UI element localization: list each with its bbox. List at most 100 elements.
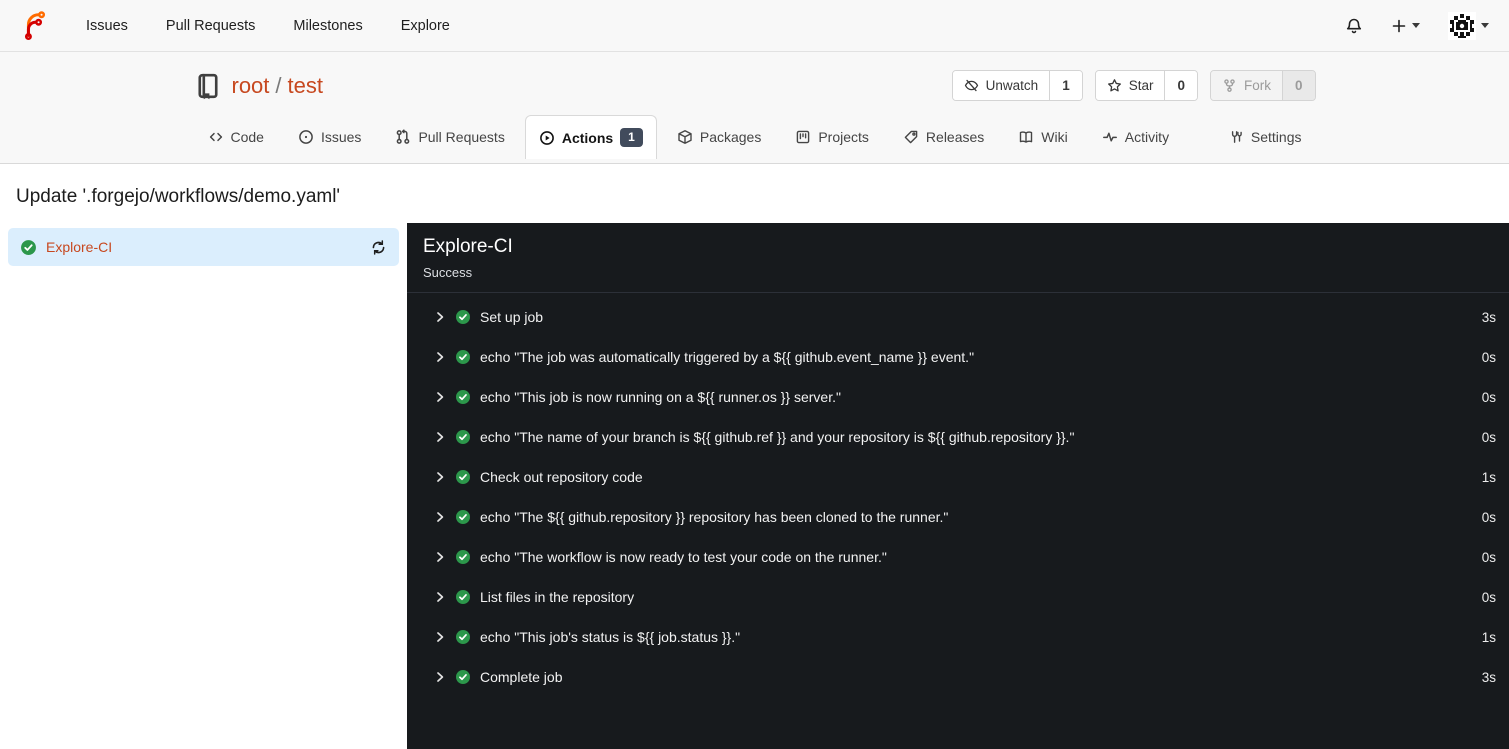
- star-label: Star: [1128, 78, 1154, 93]
- notifications-button[interactable]: [1345, 17, 1363, 35]
- chevron-right-icon: [437, 632, 444, 642]
- repo-header-section: root / test Unwatch 1 Star 0 Fork 0 Code…: [0, 52, 1509, 164]
- step-name: echo "The workflow is now ready to test …: [480, 549, 887, 565]
- bell-icon: [1346, 18, 1362, 33]
- step-row[interactable]: echo "This job's status is ${{ job.statu…: [407, 617, 1509, 657]
- chevron-right-icon: [437, 312, 444, 322]
- watchers-count[interactable]: 1: [1049, 71, 1082, 100]
- check-circle-icon: [456, 390, 470, 404]
- pull-request-icon: [397, 129, 410, 144]
- tab-projects-label: Projects: [818, 129, 869, 145]
- check-circle-icon: [456, 470, 470, 484]
- check-circle-icon: [456, 510, 470, 524]
- repo-book-icon: [197, 73, 218, 99]
- forks-count: 0: [1281, 71, 1315, 100]
- check-circle-icon: [456, 310, 470, 324]
- plus-icon: [1392, 19, 1406, 32]
- step-row[interactable]: echo "The job was automatically triggere…: [407, 337, 1509, 377]
- tab-pull-requests[interactable]: Pull Requests: [381, 115, 518, 158]
- user-menu-button[interactable]: [1448, 11, 1489, 40]
- nav-link-issues[interactable]: Issues: [86, 18, 128, 34]
- eye-slash-icon: [964, 79, 978, 92]
- tab-wiki-label: Wiki: [1041, 129, 1068, 145]
- chevron-right-icon: [437, 432, 444, 442]
- job-item-explore-ci[interactable]: Explore-CI: [8, 228, 399, 266]
- tab-wiki[interactable]: Wiki: [1004, 115, 1081, 158]
- step-duration: 0s: [1481, 389, 1496, 405]
- code-icon: [209, 132, 222, 142]
- tab-actions[interactable]: Actions 1: [524, 115, 657, 159]
- repo-action-buttons: Unwatch 1 Star 0 Fork 0: [951, 70, 1316, 101]
- tab-releases[interactable]: Releases: [889, 115, 998, 158]
- step-name: echo "This job's status is ${{ job.statu…: [480, 629, 741, 645]
- play-circle-icon: [539, 130, 554, 145]
- step-row[interactable]: Complete job 3s: [407, 657, 1509, 697]
- step-row[interactable]: echo "The ${{ github.repository }} repos…: [407, 497, 1509, 537]
- step-row[interactable]: List files in the repository 0s: [407, 577, 1509, 617]
- book-open-icon: [1020, 131, 1033, 143]
- nav-link-explore[interactable]: Explore: [401, 18, 450, 34]
- forgejo-logo[interactable]: [20, 10, 50, 41]
- tab-packages[interactable]: Packages: [663, 115, 775, 158]
- step-name: echo "The ${{ github.repository }} repos…: [480, 509, 949, 525]
- step-duration: 0s: [1481, 589, 1496, 605]
- tab-issues[interactable]: Issues: [284, 115, 375, 158]
- star-button[interactable]: Star: [1095, 71, 1165, 100]
- refresh-button[interactable]: [370, 239, 387, 256]
- nav-link-pull-requests[interactable]: Pull Requests: [166, 18, 255, 34]
- avatar-identicon: [1448, 11, 1476, 40]
- step-duration: 0s: [1481, 509, 1496, 525]
- jobs-sidebar: Explore-CI: [0, 223, 407, 749]
- actions-count-badge: 1: [620, 128, 643, 147]
- repo-name-link[interactable]: test: [288, 73, 323, 99]
- create-new-button[interactable]: [1391, 18, 1420, 34]
- step-row[interactable]: echo "This job is now running on a ${{ r…: [407, 377, 1509, 417]
- step-row[interactable]: echo "The workflow is now ready to test …: [407, 537, 1509, 577]
- chevron-right-icon: [437, 512, 444, 522]
- stars-count[interactable]: 0: [1164, 71, 1197, 100]
- nav-link-milestones[interactable]: Milestones: [293, 18, 362, 34]
- package-icon: [678, 130, 692, 144]
- check-circle-icon: [456, 630, 470, 644]
- tab-code[interactable]: Code: [194, 115, 278, 158]
- step-row[interactable]: Set up job 3s: [407, 297, 1509, 337]
- run-panel: Explore-CI Success Set up job 3s echo "T…: [407, 223, 1509, 749]
- run-title: Update '.forgejo/workflows/demo.yaml': [16, 185, 341, 207]
- caret-down-icon: [1412, 23, 1420, 28]
- step-duration: 3s: [1481, 669, 1496, 685]
- check-circle-icon: [456, 350, 470, 364]
- step-row[interactable]: echo "The name of your branch is ${{ git…: [407, 417, 1509, 457]
- chevron-right-icon: [437, 392, 444, 402]
- run-content: Explore-CI Explore-CI Success Set up job…: [0, 223, 1509, 749]
- unwatch-button[interactable]: Unwatch: [952, 71, 1050, 100]
- tab-projects[interactable]: Projects: [781, 115, 883, 158]
- fork-label: Fork: [1243, 78, 1271, 93]
- step-duration: 0s: [1481, 549, 1496, 565]
- repo-title: root / test: [194, 72, 323, 100]
- tab-releases-label: Releases: [925, 129, 985, 145]
- step-name: echo "The job was automatically triggere…: [480, 349, 975, 365]
- caret-down-icon: [1481, 23, 1489, 28]
- watch-button-group: Unwatch 1: [951, 70, 1083, 101]
- repo-tabs: Code Issues Pull Requests Actions 1 Pack…: [194, 115, 1316, 159]
- check-circle-icon: [456, 430, 470, 444]
- tab-packages-label: Packages: [699, 129, 762, 145]
- star-button-group: Star 0: [1094, 70, 1198, 101]
- tab-activity[interactable]: Activity: [1088, 115, 1183, 158]
- step-row[interactable]: Check out repository code 1s: [407, 457, 1509, 497]
- step-name: echo "The name of your branch is ${{ git…: [480, 429, 1075, 445]
- step-name: Complete job: [480, 669, 563, 685]
- tools-icon: [1231, 131, 1242, 143]
- top-navbar: Issues Pull Requests Milestones Explore: [0, 0, 1509, 52]
- step-duration: 0s: [1481, 429, 1496, 445]
- tab-code-label: Code: [230, 129, 264, 145]
- tab-settings-label: Settings: [1250, 129, 1302, 145]
- tab-settings[interactable]: Settings: [1214, 115, 1316, 158]
- unwatch-label: Unwatch: [985, 78, 1039, 93]
- fork-button-group: Fork 0: [1209, 70, 1316, 101]
- activity-icon: [1102, 132, 1117, 142]
- step-duration: 1s: [1481, 469, 1496, 485]
- sync-icon: [372, 239, 385, 255]
- chevron-right-icon: [437, 472, 444, 482]
- repo-owner-link[interactable]: root: [232, 73, 270, 99]
